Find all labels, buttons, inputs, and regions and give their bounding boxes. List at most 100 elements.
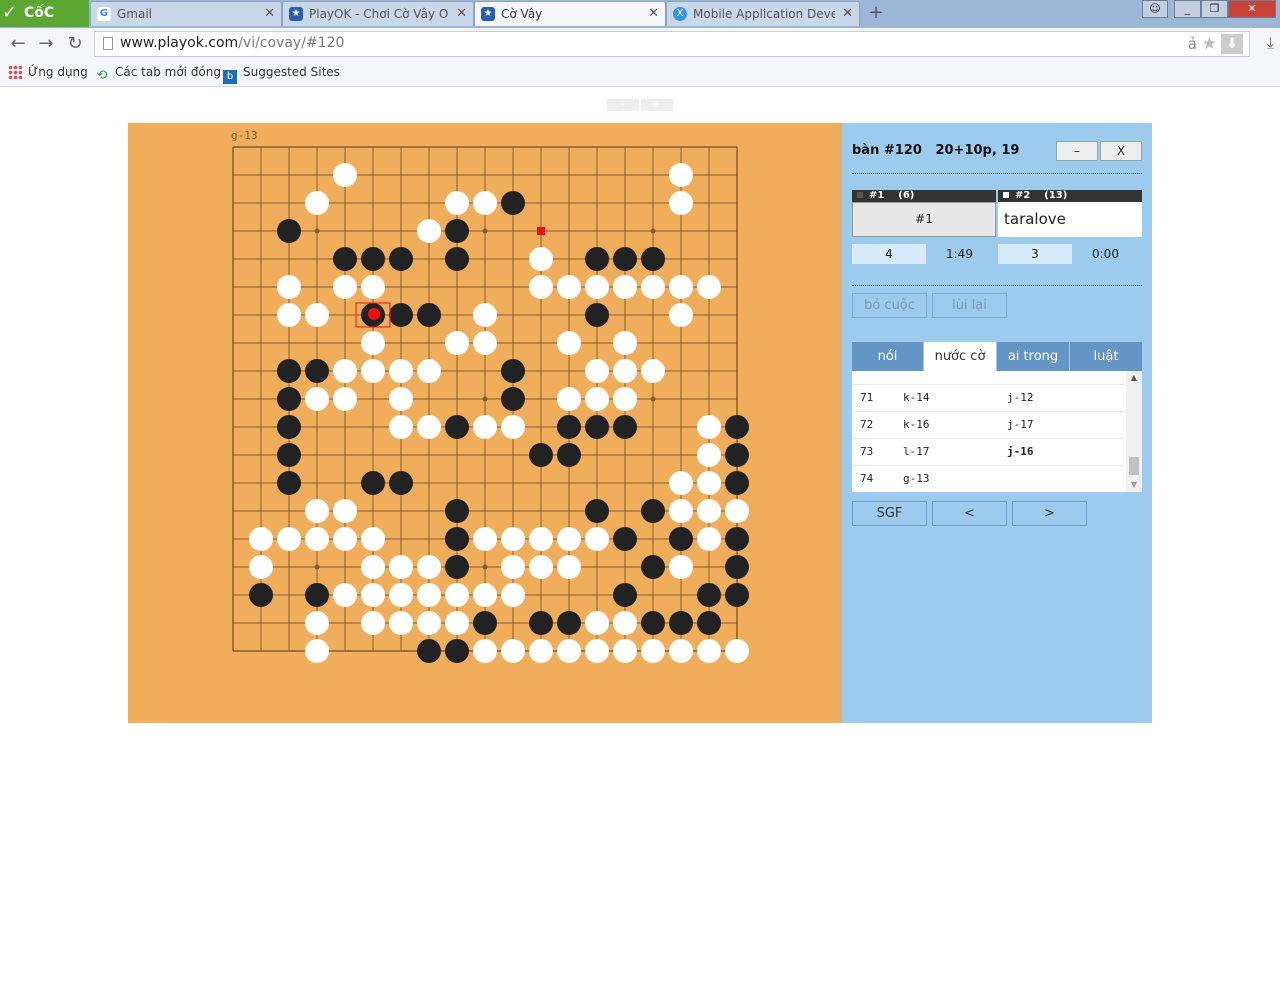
white-stone[interactable]: [669, 555, 693, 579]
white-stone[interactable]: [361, 611, 385, 635]
sgf-button[interactable]: SGF: [852, 501, 927, 526]
white-stone[interactable]: [333, 163, 357, 187]
zoom-in-button[interactable]: +: [641, 99, 673, 111]
close-table-button[interactable]: X: [1100, 141, 1142, 161]
next-move-button[interactable]: >: [1012, 501, 1087, 526]
black-stone[interactable]: [501, 191, 525, 215]
white-stone[interactable]: [361, 331, 385, 355]
white-stone[interactable]: [445, 331, 469, 355]
coccoc-logo[interactable]: ✓ CốC CốC: [0, 0, 89, 48]
scroll-down-arrow-icon[interactable]: ▼: [1126, 480, 1142, 490]
white-stone[interactable]: [669, 471, 693, 495]
white-stone[interactable]: [277, 275, 301, 299]
white-stone[interactable]: [445, 583, 469, 607]
black-stone[interactable]: [277, 387, 301, 411]
white-stone[interactable]: [473, 415, 497, 439]
white-stone[interactable]: [501, 527, 525, 551]
move-row[interactable]: 72 k-16 j-17: [852, 411, 1124, 439]
move-list[interactable]: 71 k-14 j-12 72 k-16 j-17 73 l-17 j-16 7…: [852, 371, 1142, 492]
white-stone[interactable]: [697, 639, 721, 663]
black-stone[interactable]: [641, 247, 665, 271]
white-stone[interactable]: [501, 583, 525, 607]
white-stone[interactable]: [417, 555, 441, 579]
white-stone[interactable]: [613, 639, 637, 663]
bookmark-apps[interactable]: Ứng dụng: [8, 65, 88, 79]
white-stone[interactable]: [305, 303, 329, 327]
white-stone[interactable]: [333, 583, 357, 607]
black-stone[interactable]: [389, 303, 413, 327]
black-stone[interactable]: [725, 527, 749, 551]
black-stone[interactable]: [445, 219, 469, 243]
tab-gmail[interactable]: G Gmail ✕: [90, 1, 282, 26]
player1-seat-button[interactable]: #1: [852, 202, 996, 237]
savefrom-download-icon[interactable]: ⬇: [1221, 34, 1243, 54]
white-stone[interactable]: [501, 639, 525, 663]
white-stone[interactable]: [277, 303, 301, 327]
black-stone[interactable]: [585, 499, 609, 523]
white-stone[interactable]: [697, 415, 721, 439]
scroll-up-arrow-icon[interactable]: ▲: [1126, 373, 1142, 383]
white-stone[interactable]: [305, 191, 329, 215]
url-text[interactable]: www.playok.com/vi/covay/#120: [120, 35, 344, 51]
white-stone[interactable]: [389, 415, 413, 439]
white-stone[interactable]: [613, 331, 637, 355]
black-stone[interactable]: [473, 611, 497, 635]
white-stone[interactable]: [697, 499, 721, 523]
tab-moves[interactable]: nước cờ: [924, 342, 996, 371]
white-stone[interactable]: [613, 611, 637, 635]
white-stone[interactable]: [585, 275, 609, 299]
black-stone[interactable]: [585, 247, 609, 271]
bookmark-recent-tabs[interactable]: ⟲ Các tab mới đóng: [95, 65, 221, 83]
white-stone[interactable]: [333, 387, 357, 411]
close-icon[interactable]: ✕: [456, 2, 467, 26]
minimize-table-button[interactable]: –: [1056, 141, 1098, 161]
close-icon[interactable]: ✕: [264, 2, 275, 26]
close-icon[interactable]: ✕: [842, 2, 853, 26]
white-stone[interactable]: [473, 331, 497, 355]
tab-rules[interactable]: luật: [1070, 342, 1142, 371]
reload-icon[interactable]: ↻: [65, 34, 85, 54]
white-stone[interactable]: [473, 639, 497, 663]
white-stone[interactable]: [725, 639, 749, 663]
back-arrow-icon[interactable]: ←: [8, 34, 28, 54]
close-window-button[interactable]: ✕: [1228, 0, 1276, 18]
black-stone[interactable]: [725, 555, 749, 579]
white-stone[interactable]: [669, 163, 693, 187]
white-stone[interactable]: [389, 359, 413, 383]
white-stone[interactable]: [361, 583, 385, 607]
black-stone[interactable]: [725, 443, 749, 467]
white-stone[interactable]: [697, 527, 721, 551]
black-stone[interactable]: [725, 471, 749, 495]
black-stone[interactable]: [613, 583, 637, 607]
black-stone[interactable]: [725, 583, 749, 607]
tab-playok-home[interactable]: ★ PlayOK - Chơi Cờ Vây Onli ✕: [282, 1, 474, 26]
white-stone[interactable]: [697, 275, 721, 299]
tab-chat[interactable]: nói: [852, 342, 923, 371]
scroll-thumb[interactable]: [1129, 457, 1139, 475]
black-stone[interactable]: [669, 527, 693, 551]
white-stone[interactable]: [249, 555, 273, 579]
white-stone[interactable]: [249, 527, 273, 551]
black-stone[interactable]: [445, 247, 469, 271]
black-stone[interactable]: [277, 359, 301, 383]
white-stone[interactable]: [669, 499, 693, 523]
black-stone[interactable]: [585, 303, 609, 327]
white-stone[interactable]: [557, 331, 581, 355]
bookmark-suggested-sites[interactable]: b Suggested Sites: [223, 65, 340, 84]
black-stone[interactable]: [557, 443, 581, 467]
go-board[interactable]: [128, 123, 842, 723]
profile-icon[interactable]: ☺: [1142, 0, 1168, 18]
white-stone[interactable]: [585, 359, 609, 383]
white-stone[interactable]: [389, 555, 413, 579]
black-stone[interactable]: [249, 583, 273, 607]
black-stone[interactable]: [445, 499, 469, 523]
black-stone[interactable]: [641, 499, 665, 523]
white-stone[interactable]: [417, 583, 441, 607]
white-stone[interactable]: [473, 583, 497, 607]
forward-arrow-icon[interactable]: →: [36, 34, 56, 54]
white-stone[interactable]: [305, 639, 329, 663]
white-stone[interactable]: [501, 415, 525, 439]
black-stone[interactable]: [613, 247, 637, 271]
black-stone[interactable]: [557, 415, 581, 439]
white-stone[interactable]: [501, 555, 525, 579]
